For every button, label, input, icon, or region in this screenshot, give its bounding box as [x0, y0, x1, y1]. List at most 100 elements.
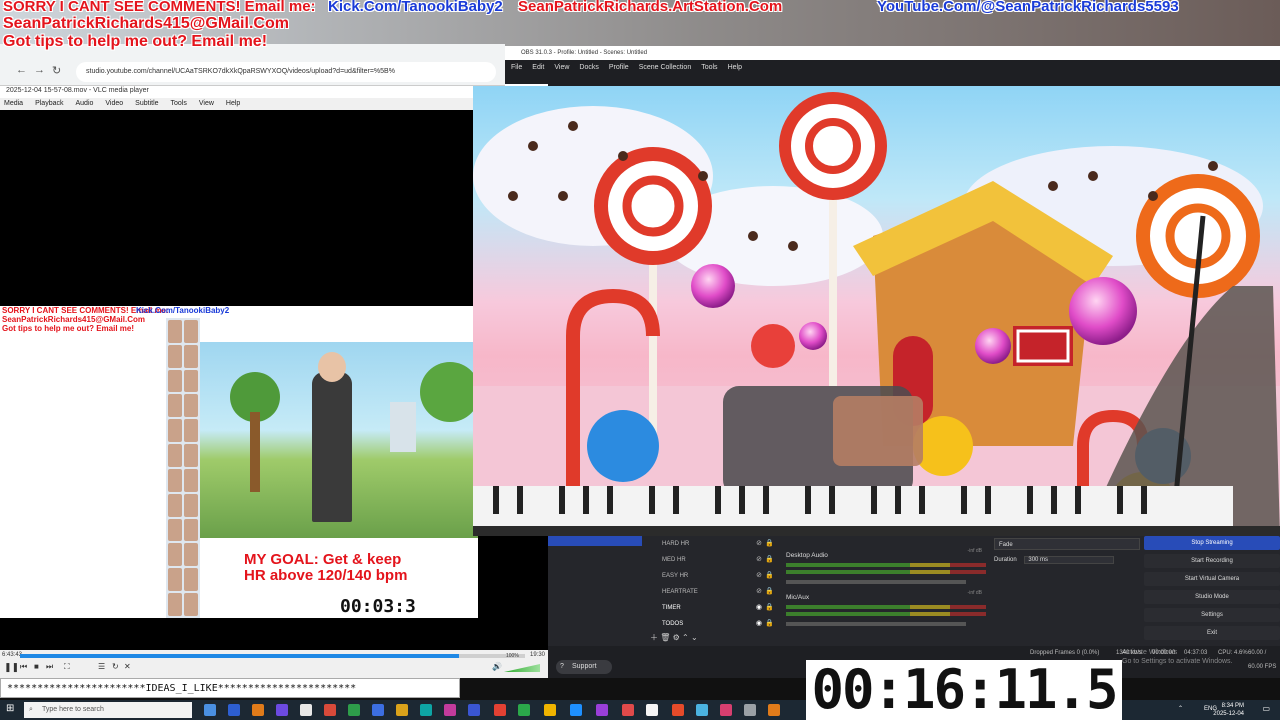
- notification-icon[interactable]: ▭: [1262, 704, 1270, 713]
- studio-mode-button[interactable]: Studio Mode: [1144, 590, 1280, 604]
- obs-menu-view[interactable]: View: [554, 60, 569, 76]
- url-bar[interactable]: studio.youtube.com/channel/UCAaTSRKO7dkX…: [76, 62, 496, 82]
- volume-icon[interactable]: 🔊: [492, 662, 502, 671]
- clock[interactable]: 8:34 PM 2025-12-04: [1213, 702, 1244, 718]
- source-heartrate[interactable]: HEARTRATE ⊘ 🔒: [646, 584, 784, 600]
- obs-menu-help[interactable]: Help: [728, 60, 742, 76]
- source-timer[interactable]: TIMER ◉ 🔒: [646, 600, 784, 616]
- tray-chevron-icon[interactable]: ⌃: [1178, 705, 1183, 712]
- settings-button[interactable]: Settings: [1144, 608, 1280, 622]
- task-view-icon[interactable]: [204, 704, 216, 716]
- vlc-menu-tools[interactable]: Tools: [171, 98, 187, 110]
- photoshop-icon[interactable]: [468, 704, 480, 716]
- ideas-text-field[interactable]: ***********************IDEAS_I_LIKE*****…: [0, 678, 460, 698]
- exit-button[interactable]: Exit: [1144, 626, 1280, 640]
- vlc-taskbar-icon[interactable]: [252, 704, 264, 716]
- source-todos[interactable]: TODOS ◉ 🔒: [646, 616, 784, 632]
- obs-menu-file[interactable]: File: [511, 60, 522, 76]
- app-icon[interactable]: [596, 704, 608, 716]
- app-icon[interactable]: [646, 704, 658, 716]
- discord-icon[interactable]: [276, 704, 288, 716]
- goal-line-1: MY GOAL: Get & keep: [244, 551, 402, 568]
- app-icon[interactable]: [720, 704, 732, 716]
- pause-icon[interactable]: ❚❚: [4, 662, 19, 673]
- eye-off-icon[interactable]: ⊘: [756, 584, 762, 600]
- vlc-menu-playback[interactable]: Playback: [35, 98, 63, 110]
- settings-taskbar-icon[interactable]: [744, 704, 756, 716]
- lock-icon[interactable]: 🔒: [765, 552, 774, 568]
- loop-icon[interactable]: ↻: [112, 662, 119, 671]
- vlc-menu-view[interactable]: View: [199, 98, 214, 110]
- shuffle-icon[interactable]: ✕: [124, 662, 131, 671]
- source-easy-hr[interactable]: EASY HR ⊘ 🔒: [646, 568, 784, 584]
- eye-off-icon[interactable]: ⊘: [756, 552, 762, 568]
- start-virtual-camera-button[interactable]: Start Virtual Camera: [1144, 572, 1280, 586]
- add-source-icon[interactable]: ＋: [650, 633, 658, 642]
- app-icon[interactable]: [324, 704, 336, 716]
- move-down-icon[interactable]: ⌄: [691, 633, 698, 642]
- lock-icon[interactable]: 🔒: [765, 536, 774, 552]
- obs-menu-profile[interactable]: Profile: [609, 60, 629, 76]
- obs-menu-scene-collection[interactable]: Scene Collection: [639, 60, 692, 76]
- stop-icon[interactable]: ■: [34, 662, 39, 671]
- lock-icon[interactable]: 🔒: [765, 584, 774, 600]
- back-icon[interactable]: ←: [16, 64, 27, 76]
- app-icon[interactable]: [622, 704, 634, 716]
- vlc-taskbar-icon-2[interactable]: [768, 704, 780, 716]
- obs-taskbar-icon[interactable]: [300, 704, 312, 716]
- file-explorer-icon[interactable]: [544, 704, 556, 716]
- start-recording-button[interactable]: Start Recording: [1144, 554, 1280, 568]
- obs-menu-tools[interactable]: Tools: [701, 60, 717, 76]
- volume-slider[interactable]: [786, 622, 966, 626]
- eye-off-icon[interactable]: ⊘: [756, 568, 762, 584]
- prev-icon[interactable]: ⏮: [20, 662, 27, 672]
- forward-icon[interactable]: →: [34, 64, 45, 76]
- next-icon[interactable]: ⏭: [46, 662, 53, 672]
- playlist-icon[interactable]: ☰: [98, 662, 105, 671]
- vlc-menu-audio[interactable]: Audio: [75, 98, 93, 110]
- lock-icon[interactable]: 🔒: [765, 600, 774, 616]
- lock-icon[interactable]: 🔒: [765, 568, 774, 584]
- banner-tips: Got tips to help me out? Email me!: [3, 33, 268, 50]
- volume-slider[interactable]: [504, 664, 540, 672]
- remove-source-icon[interactable]: 🗑: [660, 633, 670, 642]
- app-icon[interactable]: [420, 704, 432, 716]
- app-icon[interactable]: [672, 704, 684, 716]
- taskbar-search[interactable]: ⌕ Type here to search: [24, 702, 192, 718]
- obs-preview-candyland[interactable]: [473, 86, 1280, 536]
- vlc-menu-help[interactable]: Help: [226, 98, 240, 110]
- app-icon[interactable]: [372, 704, 384, 716]
- vlc-menu-media[interactable]: Media: [4, 98, 23, 110]
- lock-icon[interactable]: 🔒: [765, 616, 774, 632]
- move-up-icon[interactable]: ⌃: [682, 633, 689, 642]
- chrome-icon[interactable]: [494, 704, 506, 716]
- app-icon[interactable]: [348, 704, 360, 716]
- eye-icon[interactable]: ◉: [756, 616, 762, 632]
- duration-input[interactable]: 300 ms: [1024, 556, 1115, 564]
- scene-selected[interactable]: [548, 536, 642, 546]
- app-icon[interactable]: [696, 704, 708, 716]
- audio-meter: [786, 570, 986, 574]
- volume-slider[interactable]: [786, 580, 966, 584]
- eye-icon[interactable]: ◉: [756, 600, 762, 616]
- vlc-menu-subtitle[interactable]: Subtitle: [135, 98, 158, 110]
- app-icon[interactable]: [444, 704, 456, 716]
- source-hard-hr[interactable]: HARD HR ⊘ 🔒: [646, 536, 784, 552]
- vlc-seek-bar[interactable]: [20, 654, 525, 658]
- reload-icon[interactable]: ↻: [52, 64, 61, 77]
- app-icon[interactable]: [518, 704, 530, 716]
- vlc-menu-video[interactable]: Video: [105, 98, 123, 110]
- edge-icon[interactable]: [570, 704, 582, 716]
- support-button[interactable]: ? Support: [556, 660, 612, 674]
- source-properties-icon[interactable]: ⚙: [673, 633, 680, 642]
- transition-select[interactable]: Fade: [994, 538, 1140, 550]
- app-icon[interactable]: [396, 704, 408, 716]
- vscode-icon[interactable]: [228, 704, 240, 716]
- eye-off-icon[interactable]: ⊘: [756, 536, 762, 552]
- stop-streaming-button[interactable]: Stop Streaming: [1144, 536, 1280, 550]
- windows-start-icon[interactable]: ⊞: [6, 703, 14, 714]
- source-med-hr[interactable]: MED HR ⊘ 🔒: [646, 552, 784, 568]
- fullscreen-icon[interactable]: ⛶: [64, 662, 70, 672]
- obs-menu-docks[interactable]: Docks: [579, 60, 598, 76]
- obs-menu-edit[interactable]: Edit: [532, 60, 544, 76]
